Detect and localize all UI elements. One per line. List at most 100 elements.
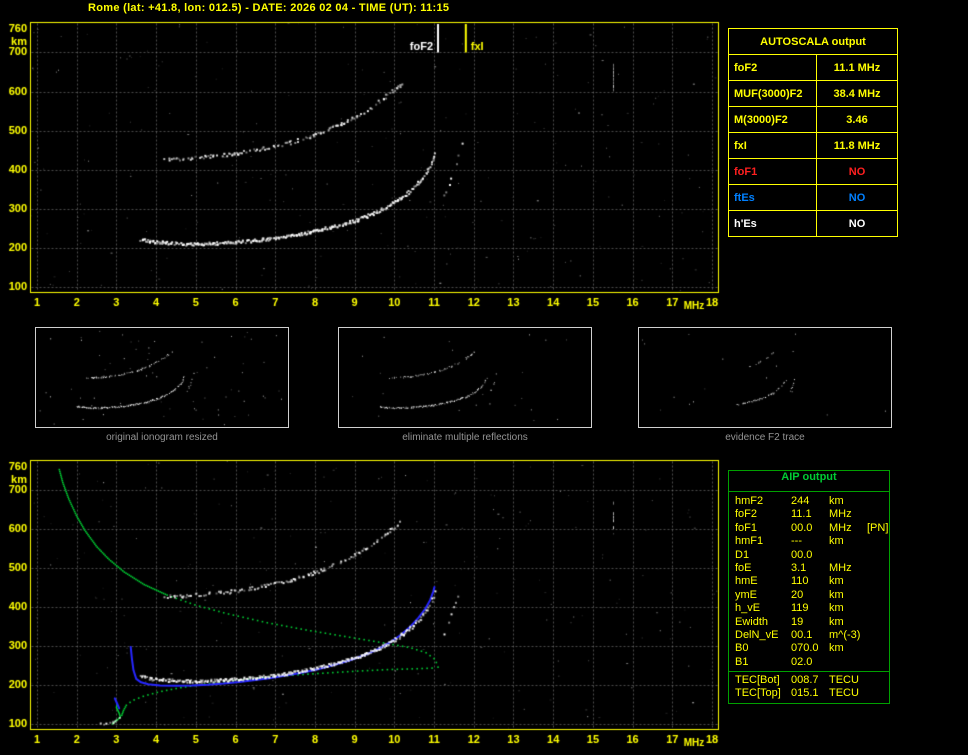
aip-param-value: 244 [791,495,810,507]
aip-param-value: 008.7 [791,674,819,687]
aip-row: foE 3.1 MHz [735,562,889,575]
aip-param-value: 02.0 [791,655,813,668]
aip-param-note [867,508,889,521]
aip-param-label: hmE [735,575,758,588]
aip-param-note [867,616,889,629]
param-value: 11.8 MHz [816,132,898,159]
aip-row: hmE 110 km [735,575,889,588]
aip-param-label: hmF2 [735,495,764,507]
aip-param-note [867,642,889,655]
aip-param-value: 11.1 [791,508,812,521]
aip-row: B0 070.0 km [735,642,889,655]
aip-row: foF2 11.1 MHz [735,508,889,521]
thumbnail-f2-trace-evidence [638,327,892,428]
aip-param-note: [PN] [867,521,889,534]
aip-param-unit: km [829,602,844,615]
param-value: 11.1 MHz [816,54,898,81]
aip-param-label: D1 [735,548,750,561]
aip-param-unit: km [829,535,844,548]
thumbnail-original-ionogram [35,327,289,428]
aip-param-value: 19 [791,615,804,628]
autoscala-output-table: AUTOSCALA output foF2 11.1 MHz MUF(3000)… [728,28,898,237]
autoscala-table-header: AUTOSCALA output [728,28,898,55]
param-value: NO [816,184,898,211]
aip-param-value: 00.0 [791,548,813,561]
param-label: fxI [728,132,817,159]
aip-param-note [867,687,889,700]
aip-param-value: 00.0 [791,521,813,534]
param-value: NO [816,158,898,185]
aip-param-label: hmF1 [735,535,764,548]
aip-param-note [867,674,889,687]
aip-param-unit [829,549,867,562]
aip-table-header: AIP output [729,471,889,492]
autoscala-row: M(3000)F2 3.46 [728,106,898,133]
aip-table-body: hmF2 244 km foF2 11.1 MHz foF1 00.0 MHz … [729,492,889,703]
aip-row: D1 00.0 [735,549,889,562]
aip-param-label: foF2 [735,508,758,521]
aip-row: Ewidth 19 km [735,616,889,629]
param-label: MUF(3000)F2 [728,80,817,107]
autoscala-row: MUF(3000)F2 38.4 MHz [728,80,898,107]
aip-param-note [867,656,889,669]
aip-param-note [867,589,889,602]
aip-param-value: 015.1 [791,687,819,700]
aip-param-value: --- [791,535,802,548]
autoscala-row: foF1 NO [728,158,898,185]
aip-param-unit: km [829,615,844,628]
aip-param-value: 070.0 [791,642,819,655]
aip-row: DelN_vE 00.1 m^(-3) [735,629,889,642]
thumbnail-caption-evidence: evidence F2 trace [725,432,805,443]
aip-param-unit: TECU [829,687,859,700]
param-label: h'Es [728,210,817,237]
aip-param-unit: km [829,588,844,601]
aip-param-value: 20 [791,588,804,601]
aip-param-unit: m^(-3) [829,628,861,641]
aip-param-unit: km [829,642,844,655]
aip-param-label: foE [735,561,752,574]
aip-param-label: TEC[Bot] [735,674,780,687]
aip-tec-row: TEC[Bot] 008.7 TECU [735,674,889,687]
aip-param-note [867,495,889,508]
autoscala-row: foF2 11.1 MHz [728,54,898,81]
aip-param-unit: MHz [829,508,852,521]
aip-param-note [867,549,889,562]
aip-param-label: B1 [735,655,749,668]
aip-param-label: h_vE [735,602,761,615]
aip-table-separator [729,671,889,673]
aip-param-note [867,629,889,642]
aip-param-note [867,535,889,548]
aip-param-value: 119 [791,602,809,615]
autoscala-row: h'Es NO [728,210,898,237]
aip-row: hmF1 --- km [735,535,889,548]
param-value: NO [816,210,898,237]
aip-row: h_vE 119 km [735,602,889,615]
autoscala-row: fxI 11.8 MHz [728,132,898,159]
aip-param-value: 3.1 [791,561,807,574]
aip-param-unit: TECU [829,674,859,687]
aip-param-value: 00.1 [791,628,813,641]
thumbnail-caption-original: original ionogram resized [106,432,218,443]
param-label: foF2 [728,54,817,81]
autoscala-row: ftEs NO [728,184,898,211]
aip-param-label: Ewidth [735,615,769,628]
param-label: M(3000)F2 [728,106,817,133]
param-label: foF1 [728,158,817,185]
aip-param-note [867,562,889,575]
param-label: ftEs [728,184,817,211]
thumbnail-multiples-eliminated [338,327,592,428]
aip-param-unit [829,656,867,669]
thumbnail-caption-multiples: eliminate multiple reflections [402,432,528,443]
aip-param-label: B0 [735,642,749,655]
aip-param-unit: km [829,495,844,507]
aip-param-unit: km [829,575,844,588]
aip-param-label: ymE [735,588,757,601]
aip-row: ymE 20 km [735,589,889,602]
aip-param-value: 110 [791,575,809,588]
aip-param-label: DelN_vE [735,628,779,641]
aip-param-label: TEC[Top] [735,687,781,700]
aip-row: B1 02.0 [735,656,889,669]
autoscala-output-screen: Rome (lat: +41.8, lon: 012.5) - DATE: 20… [0,0,968,755]
autoscala-table-header-row: AUTOSCALA output [728,28,898,55]
aip-row: foF1 00.0 MHz [PN] [735,522,889,535]
